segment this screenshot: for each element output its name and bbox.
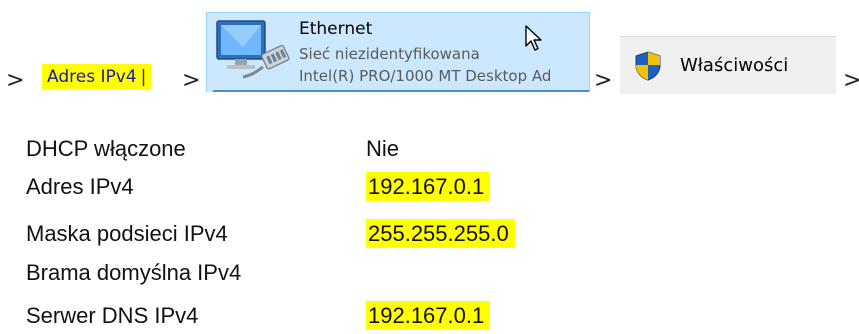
detail-label-dhcp: DHCP włączone (26, 136, 186, 161)
detail-label-gateway: Brama domyślna IPv4 (26, 260, 242, 285)
highlighted-value: 192.167.0.1 (366, 172, 491, 201)
detail-label-ipv4: Adres IPv4 (26, 174, 134, 199)
highlighted-value: 255.255.255.0 (366, 219, 515, 248)
highlighted-value: 192.167.0.1 (366, 301, 491, 330)
properties-label: Właściwości (680, 55, 789, 76)
text-caret: | (140, 67, 147, 87)
breadcrumb-separator: > (843, 68, 859, 93)
breadcrumb-separator: > (6, 68, 25, 93)
detail-value-ipv4: 192.167.0.1 (366, 172, 491, 201)
network-adapter-icon (216, 20, 290, 79)
adapter-device: Intel(R) PRO/1000 MT Desktop Ad (299, 67, 552, 85)
selection-underline (213, 90, 589, 92)
breadcrumb-separator: > (594, 68, 613, 93)
detail-label-subnet: Maska podsieci IPv4 (26, 221, 228, 246)
adapter-status: Sieć niezidentyfikowana (299, 45, 480, 63)
adapter-name: Ethernet (299, 19, 373, 39)
search-term-label: Adres IPv4 (47, 67, 137, 87)
detail-label-dns: Serwer DNS IPv4 (26, 303, 199, 328)
detail-value-subnet: 255.255.255.0 (366, 219, 515, 248)
breadcrumb-search-term[interactable]: Adres IPv4 | (42, 64, 152, 90)
uac-shield-icon (635, 51, 661, 81)
detail-value-dhcp: Nie (366, 136, 400, 161)
breadcrumb-separator: > (182, 68, 201, 93)
properties-button[interactable]: Właściwości (620, 36, 836, 94)
detail-value-dns: 192.167.0.1 (366, 301, 491, 330)
mouse-cursor-icon (525, 25, 542, 51)
